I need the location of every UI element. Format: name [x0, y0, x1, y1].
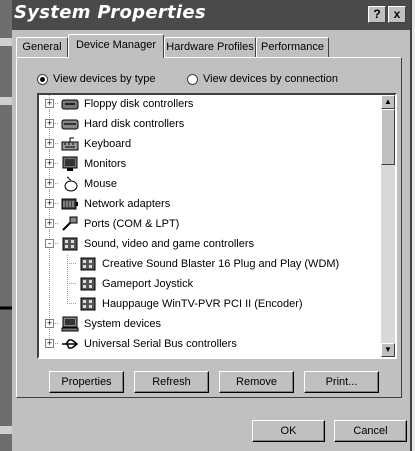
tree-node[interactable]: Network adapters	[61, 194, 170, 214]
system-devices-icon	[61, 316, 79, 332]
window-title: System Properties	[14, 2, 206, 23]
expand-button[interactable]: +	[45, 139, 54, 148]
background-notch	[0, 38, 12, 46]
tab-general[interactable]: General	[16, 37, 68, 57]
ok-button[interactable]: OK	[252, 420, 325, 442]
sound-card-icon	[80, 257, 96, 271]
tree-node[interactable]: Floppy disk controllers	[61, 95, 194, 114]
tree-node-label: Universal Serial Bus controllers	[84, 338, 237, 350]
view-by-connection-option[interactable]: View devices by connection	[187, 73, 338, 85]
tree-node-label: Sound, video and game controllers	[84, 238, 254, 250]
close-button[interactable]: x	[388, 6, 406, 23]
tree-node-label: Hard disk controllers	[84, 118, 185, 130]
tree-node-label: Network adapters	[84, 198, 171, 210]
expand-button[interactable]: +	[45, 159, 54, 168]
scrollbar-thumb[interactable]	[381, 109, 395, 165]
tree-node-label: Hauppauge WinTV-PVR PCI II (Encoder)	[102, 298, 303, 310]
device-tree[interactable]: + Floppy disk controllers + Hard disk co…	[37, 93, 397, 359]
background-notch	[0, 426, 12, 434]
usb-icon	[62, 339, 79, 349]
cancel-button[interactable]: Cancel	[334, 420, 407, 442]
remove-button[interactable]: Remove	[219, 371, 294, 393]
expand-button[interactable]: +	[45, 219, 54, 228]
tree-node[interactable]: Universal Serial Bus controllers	[61, 334, 237, 354]
multimedia-icon	[62, 237, 78, 251]
expand-button[interactable]: +	[45, 319, 54, 328]
scroll-up-icon[interactable]: ▲	[381, 95, 395, 109]
refresh-button[interactable]: Refresh	[134, 371, 209, 393]
expand-button[interactable]: +	[45, 99, 54, 108]
tree-node-label: Monitors	[84, 158, 127, 170]
collapse-button[interactable]: -	[45, 239, 54, 248]
radio-view-by-type[interactable]	[37, 73, 48, 85]
tree-node-label: Keyboard	[84, 138, 132, 150]
keyboard-icon	[61, 137, 79, 151]
tree-node-label: Mouse	[84, 178, 118, 190]
tree-node[interactable]: Mouse	[61, 174, 117, 194]
tree-scrollbar[interactable]: ▲ ▼	[381, 95, 395, 357]
tree-node[interactable]: Monitors	[61, 154, 126, 174]
tv-card-icon	[80, 297, 96, 311]
joystick-icon	[80, 277, 96, 291]
port-icon	[62, 216, 78, 231]
view-by-type-option[interactable]: View devices by type	[37, 73, 156, 85]
tree-node[interactable]: Hauppauge WinTV-PVR PCI II (Encoder)	[79, 294, 303, 314]
tree-node-label: Creative Sound Blaster 16 Plug and Play …	[102, 258, 340, 270]
view-by-connection-label: View devices by connection	[203, 73, 338, 85]
tree-node-label: System devices	[84, 318, 162, 330]
expand-button[interactable]: +	[45, 179, 54, 188]
title-bar[interactable]: System Properties ? x	[12, 0, 410, 30]
tree-node[interactable]: Ports (COM & LPT)	[61, 214, 179, 234]
tree-node[interactable]: Gameport Joystick	[79, 274, 193, 294]
tab-performance[interactable]: Performance	[256, 37, 329, 57]
properties-button[interactable]: Properties	[49, 371, 124, 393]
tab-strip: General Device Manager Hardware Profiles…	[16, 34, 406, 58]
radio-view-by-connection[interactable]	[187, 73, 198, 85]
background-strip	[0, 0, 12, 451]
tree-node[interactable]: Creative Sound Blaster 16 Plug and Play …	[79, 254, 339, 274]
monitor-icon	[62, 156, 78, 171]
print-button[interactable]: Print...	[304, 371, 379, 393]
expand-button[interactable]: +	[45, 339, 54, 348]
floppy-controller-icon	[61, 99, 79, 110]
device-manager-panel: View devices by type View devices by con…	[16, 57, 402, 398]
tree-node[interactable]: Hard disk controllers	[61, 114, 184, 134]
network-adapter-icon	[61, 198, 78, 210]
background-notch	[0, 97, 12, 105]
tree-node[interactable]: System devices	[61, 314, 161, 334]
tree-node[interactable]: Keyboard	[61, 134, 131, 154]
view-by-type-label: View devices by type	[53, 73, 156, 85]
expand-button[interactable]: +	[45, 199, 54, 208]
system-properties-window: System Properties ? x General Device Man…	[12, 0, 412, 451]
expand-button[interactable]: +	[45, 119, 54, 128]
help-button[interactable]: ?	[368, 6, 386, 23]
tree-node-label: Gameport Joystick	[102, 278, 194, 290]
scroll-down-icon[interactable]: ▼	[381, 343, 395, 357]
tree-node-label: Ports (COM & LPT)	[84, 218, 180, 230]
tree-node-label: Floppy disk controllers	[84, 98, 194, 110]
tree-node[interactable]: Sound, video and game controllers	[61, 234, 254, 254]
tab-hardware-profiles[interactable]: Hardware Profiles	[164, 37, 256, 57]
tab-device-manager[interactable]: Device Manager	[68, 34, 164, 58]
disk-controller-icon	[61, 119, 79, 130]
mouse-icon	[64, 176, 78, 192]
